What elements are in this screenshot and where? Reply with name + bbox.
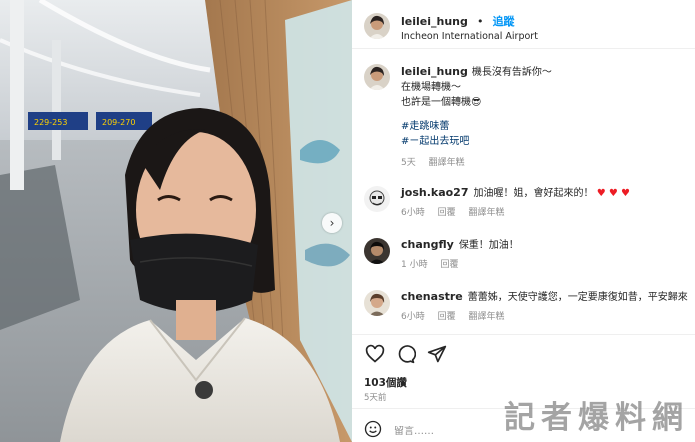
- caption-avatar[interactable]: [364, 64, 390, 90]
- follow-button[interactable]: 追蹤: [493, 15, 515, 28]
- comment-time[interactable]: 6小時: [401, 312, 425, 322]
- hashtag-link-2[interactable]: #ㄧ起出去玩吧: [401, 134, 552, 149]
- comment-time[interactable]: 1 小時: [401, 260, 428, 270]
- post-time[interactable]: 5天前: [364, 391, 386, 403]
- comment-username[interactable]: josh.kao27: [401, 186, 469, 199]
- post-photo[interactable]: 229-253 209-270 ›: [0, 0, 352, 442]
- header-separator: •: [476, 15, 484, 28]
- post-caption: leilei_hung 機長沒有告訴你～ 在機場轉機～ 也許是一個轉機😎 #走跳味…: [364, 64, 689, 171]
- comment-icon[interactable]: [395, 343, 417, 365]
- comment-item: josh.kao27 加油喔！姐，會好起來的！ ♥ ♥ ♥ 6小時 回覆 翻譯年糕: [364, 186, 695, 220]
- comment-time[interactable]: 6小時: [401, 208, 425, 218]
- comment-item: changfly 保重！加油！ 1 小時 回覆: [364, 238, 695, 272]
- post-actions: [364, 343, 457, 365]
- emoji-icon[interactable]: [364, 420, 382, 442]
- commenter-avatar[interactable]: [364, 290, 390, 316]
- commenter-avatar[interactable]: [364, 186, 390, 212]
- carousel-next-button[interactable]: ›: [322, 213, 342, 233]
- caption-line-2: 在機場轉機～: [401, 82, 461, 93]
- comment-translate-link[interactable]: 翻譯年糕: [469, 312, 505, 322]
- comment-username[interactable]: chenastre: [401, 290, 463, 303]
- caption-line-1: 機長沒有告訴你～: [471, 67, 552, 78]
- commenter-avatar[interactable]: [364, 238, 390, 264]
- gate-sign-text: 229-253: [34, 118, 67, 127]
- caption-username[interactable]: leilei_hung: [401, 65, 468, 78]
- sunglasses-emoji: 😎: [471, 97, 482, 108]
- post-location[interactable]: Incheon International Airport: [401, 31, 538, 42]
- airport-selfie-image: 229-253 209-270: [0, 0, 352, 442]
- comment-item: chenastre 蕾蕾姊，天使守護您，一定要康復如昔，平安歸來 6小時 回覆 翻…: [364, 290, 695, 324]
- comment-reply-button[interactable]: 回覆: [440, 260, 458, 270]
- post-panel: leilei_hung • 追蹤 Incheon International A…: [352, 0, 695, 442]
- caption-translate-link[interactable]: 翻譯年糕: [429, 158, 465, 168]
- author-avatar[interactable]: [364, 13, 390, 39]
- like-count[interactable]: 103個讚: [364, 375, 407, 390]
- red-heart-emojis: ♥ ♥ ♥: [596, 188, 630, 199]
- author-username[interactable]: leilei_hung: [401, 15, 468, 28]
- hashtag-link-1[interactable]: #走跳味蕾: [401, 119, 552, 134]
- share-icon[interactable]: [426, 343, 448, 365]
- actions-divider: [352, 334, 695, 335]
- caption-line-3: 也許是一個轉機: [401, 97, 471, 108]
- heart-icon[interactable]: [364, 343, 386, 365]
- comment-translate-link[interactable]: 翻譯年糕: [469, 208, 505, 218]
- comment-reply-button[interactable]: 回覆: [438, 208, 456, 218]
- comment-text: 加油喔！姐，會好起來的！: [473, 188, 594, 199]
- gate-sign-text-2: 209-270: [102, 118, 135, 127]
- post-header: leilei_hung • 追蹤 Incheon International A…: [364, 10, 538, 42]
- comment-reply-button[interactable]: 回覆: [438, 312, 456, 322]
- comment-text: 保重！加油！: [458, 240, 519, 251]
- comment-text: 蕾蕾姊，天使守護您，一定要康復如昔，平安歸來: [467, 292, 688, 303]
- header-divider: [352, 48, 695, 49]
- caption-time[interactable]: 5天: [401, 158, 416, 168]
- comment-username[interactable]: changfly: [401, 238, 454, 251]
- watermark-text: 記者爆料網: [504, 400, 689, 436]
